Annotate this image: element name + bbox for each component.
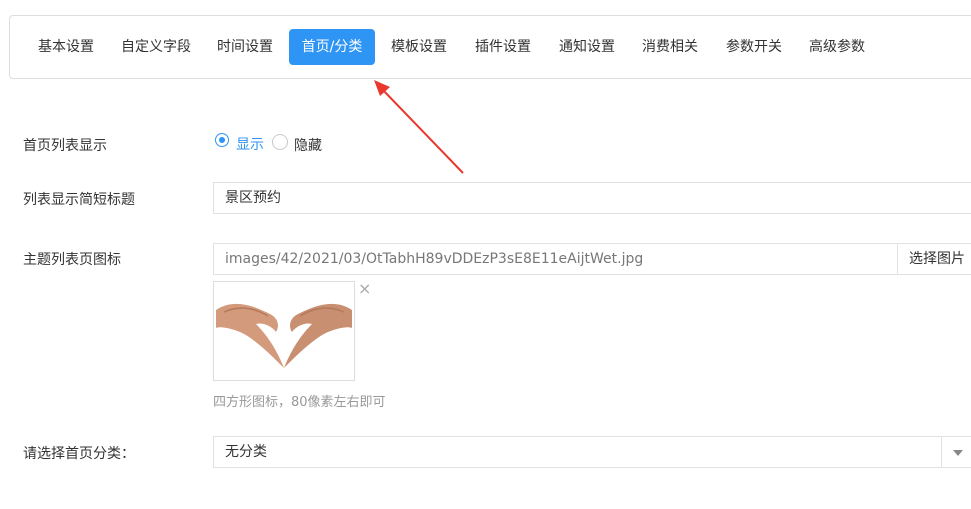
tab-home-category[interactable]: 首页/分类 <box>289 29 375 65</box>
chevron-down-icon[interactable] <box>941 437 971 467</box>
tab-consumption[interactable]: 消费相关 <box>633 29 707 65</box>
remove-image-icon[interactable]: × <box>358 281 371 297</box>
tab-custom-fields[interactable]: 自定义字段 <box>112 29 200 65</box>
heart-hands-image <box>214 282 354 380</box>
icon-label: 主题列表页图标 <box>23 252 121 268</box>
select-image-button[interactable]: 选择图片 <box>897 243 971 275</box>
short-title-label: 列表显示简短标题 <box>23 192 135 208</box>
category-select[interactable]: 无分类 <box>213 436 971 468</box>
radio-show-label[interactable]: 显示 <box>236 134 264 154</box>
radio-hide-indicator[interactable] <box>272 134 288 150</box>
list-display-label: 首页列表显示 <box>23 138 107 154</box>
annotation-arrow <box>374 80 464 174</box>
settings-tab-bar: 基本设置 自定义字段 时间设置 首页/分类 模板设置 插件设置 通知设置 消费相… <box>9 15 971 79</box>
short-title-input[interactable]: 景区预约 <box>213 182 971 214</box>
category-label: 请选择首页分类： <box>23 446 135 462</box>
tab-advanced-params[interactable]: 高级参数 <box>800 29 874 65</box>
tab-time-settings[interactable]: 时间设置 <box>208 29 282 65</box>
tab-plugin-settings[interactable]: 插件设置 <box>466 29 540 65</box>
icon-preview-image <box>213 281 355 381</box>
radio-show-indicator[interactable] <box>215 133 229 147</box>
icon-hint-text: 四方形图标，80像素左右即可 <box>213 395 386 410</box>
tab-basic-settings[interactable]: 基本设置 <box>26 29 106 65</box>
radio-hide-label[interactable]: 隐藏 <box>294 135 322 155</box>
icon-path-input[interactable]: images/42/2021/03/OtTabhH89vDDEzP3sE8E11… <box>213 243 899 275</box>
tab-notification-settings[interactable]: 通知设置 <box>550 29 624 65</box>
tab-template-settings[interactable]: 模板设置 <box>382 29 456 65</box>
tab-param-switches[interactable]: 参数开关 <box>717 29 791 65</box>
